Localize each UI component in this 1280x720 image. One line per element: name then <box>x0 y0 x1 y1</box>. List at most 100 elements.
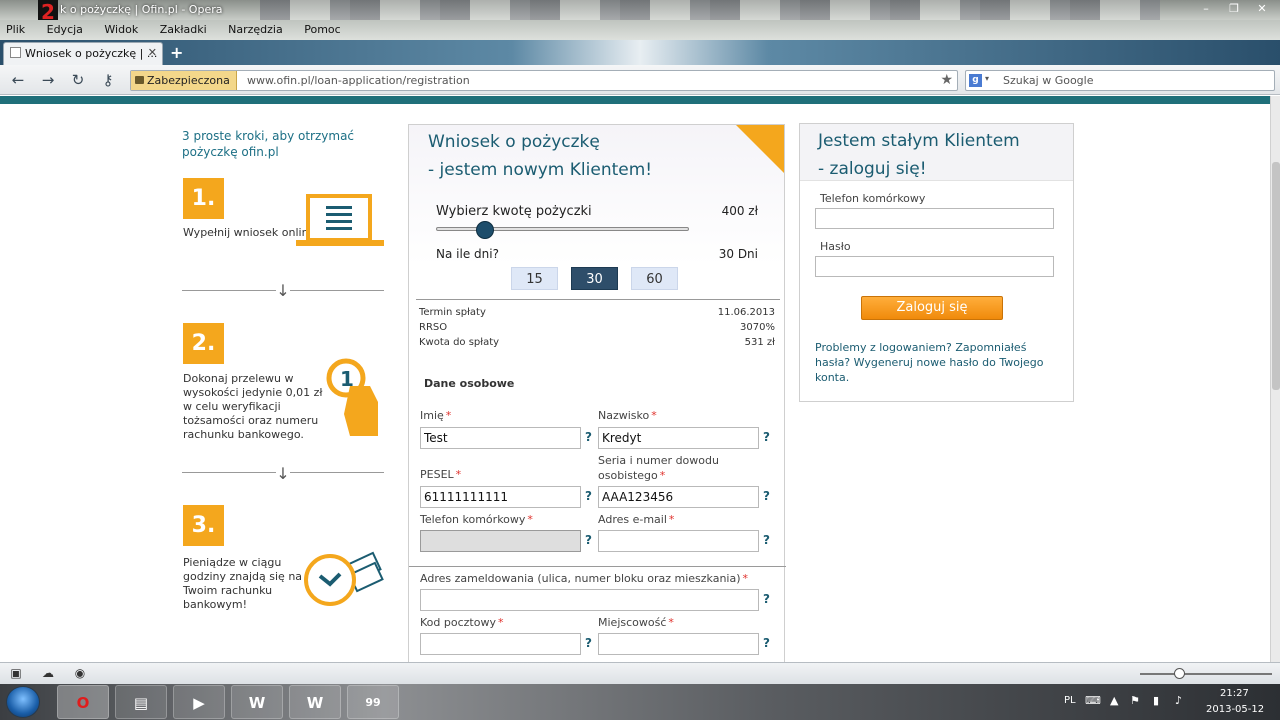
postal-code-field[interactable] <box>420 633 581 655</box>
step-1-number: 1. <box>183 178 224 219</box>
section-personal-data: Dane osobowe <box>424 377 515 390</box>
days-label: Na ile dni? <box>436 247 499 261</box>
turbo-icon[interactable]: ◉ <box>73 667 87 679</box>
forward-arrow-icon[interactable]: → <box>38 70 58 90</box>
login-help-link[interactable]: Problemy z logowaniem? Zapomniałeś hasła… <box>815 340 1060 385</box>
minimize-button[interactable]: – <box>1192 0 1220 18</box>
days-option-15[interactable]: 15 <box>511 267 558 290</box>
help-icon[interactable]: ? <box>763 489 770 503</box>
menu-bar: Plik Edycja Widok Zakładki Narzędzia Pom… <box>0 20 1280 40</box>
summary-value-total: 531 zł <box>744 337 775 348</box>
close-window-button[interactable]: ✕ <box>1248 0 1276 18</box>
media-player-taskbar-icon[interactable]: ▶ <box>173 685 225 719</box>
help-icon[interactable]: ? <box>763 430 770 444</box>
wot-taskbar-icon[interactable]: W <box>289 685 341 719</box>
amount-slider-handle[interactable] <box>476 221 494 239</box>
opera-taskbar-icon[interactable]: O <box>57 685 109 719</box>
laptop-icon <box>296 194 384 246</box>
status-bar: ▣ ☁ ◉ <box>0 662 1280 684</box>
login-password-field[interactable] <box>815 256 1054 277</box>
menu-view[interactable]: Widok <box>104 20 138 40</box>
lock-icon <box>135 76 144 84</box>
new-tab-button[interactable]: + <box>170 43 183 62</box>
postal-code-label: Kod pocztowy * <box>420 616 504 629</box>
days-option-30[interactable]: 30 <box>571 267 618 290</box>
cloud-icon[interactable]: ☁ <box>41 667 55 679</box>
flag-icon[interactable]: ⚑ <box>1130 694 1140 707</box>
steps-heading: 3 proste kroki, aby otrzymać pożyczkę of… <box>182 129 355 159</box>
tab-title: Wniosek o pożyczkę | ... <box>25 47 158 60</box>
city-field[interactable] <box>598 633 759 655</box>
key-icon[interactable]: ⚷ <box>98 70 118 90</box>
volume-icon[interactable]: ♪ <box>1175 694 1182 707</box>
zoom-slider-handle[interactable] <box>1174 668 1185 679</box>
hand-coin-icon: 1 <box>326 358 378 436</box>
step-2-number: 2. <box>183 323 224 364</box>
help-icon[interactable]: ? <box>763 533 770 547</box>
last-name-label: Nazwisko * <box>598 409 657 422</box>
language-indicator[interactable]: PL <box>1064 695 1076 706</box>
menu-file[interactable]: Plik <box>6 20 25 40</box>
explorer-taskbar-icon[interactable]: ▤ <box>115 685 167 719</box>
address-field-input[interactable] <box>420 589 759 611</box>
tray-expand-icon[interactable]: ▲ <box>1110 694 1118 707</box>
network-icon[interactable]: ▮ <box>1153 694 1159 707</box>
wot-taskbar-icon[interactable]: W <box>231 685 283 719</box>
clock-time[interactable]: 21:27 <box>1220 688 1249 699</box>
summary-value-due-date: 11.06.2013 <box>717 307 775 318</box>
menu-help[interactable]: Pomoc <box>304 20 340 40</box>
window-title: k o pożyczkę | Ofin.pl - Opera <box>60 3 223 16</box>
help-icon[interactable]: ? <box>585 636 592 650</box>
help-icon[interactable]: ? <box>763 636 770 650</box>
id-card-field[interactable] <box>598 486 759 508</box>
tab-loan-application[interactable]: Wniosek o pożyczkę | ... ✕ <box>3 42 163 65</box>
city-label: Miejscowość * <box>598 616 674 629</box>
clock-date[interactable]: 2013-05-12 <box>1206 704 1264 715</box>
help-icon[interactable]: ? <box>763 592 770 606</box>
help-icon[interactable]: ? <box>585 489 592 503</box>
first-name-field[interactable] <box>420 427 581 449</box>
menu-bookmarks[interactable]: Zakładki <box>160 20 207 40</box>
scrollbar-thumb[interactable] <box>1272 162 1280 390</box>
panel-toggle-icon[interactable]: ▣ <box>9 667 23 679</box>
os-taskbar: O ▤ ▶ W W 99 PL ⌨ ▲ ⚑ ▮ ♪ 21:27 2013-05-… <box>0 684 1280 720</box>
amount-slider-track[interactable] <box>436 227 689 231</box>
search-input[interactable]: g ▾ Szukaj w Google <box>965 70 1275 91</box>
tab-close-icon[interactable]: ✕ <box>148 46 157 59</box>
menu-tools[interactable]: Narzędzia <box>228 20 283 40</box>
keyboard-icon[interactable]: ⌨ <box>1085 694 1101 707</box>
start-button[interactable] <box>6 686 40 718</box>
url-text[interactable]: www.ofin.pl/loan-application/registratio… <box>247 74 470 87</box>
phone-label: Telefon komórkowy * <box>420 513 533 526</box>
vertical-scrollbar[interactable] <box>1270 96 1280 662</box>
favicon-icon <box>10 47 21 58</box>
secure-badge[interactable]: Zabezpieczona <box>131 71 237 90</box>
phone-field[interactable] <box>420 530 581 552</box>
days-option-60[interactable]: 60 <box>631 267 678 290</box>
back-arrow-icon[interactable]: ← <box>8 70 28 90</box>
pesel-field[interactable] <box>420 486 581 508</box>
reload-icon[interactable]: ↻ <box>68 70 88 90</box>
id-card-label: Seria i numer dowodu osobistego * <box>598 454 719 482</box>
window-title-bar: 2 k o pożyczkę | Ofin.pl - Opera – ❐ ✕ <box>0 0 1280 24</box>
restore-button[interactable]: ❐ <box>1220 0 1248 18</box>
email-field[interactable] <box>598 530 759 552</box>
zoom-slider-track[interactable] <box>1140 673 1272 675</box>
star-icon[interactable]: ★ <box>940 72 953 88</box>
app-99-taskbar-icon[interactable]: 99 <box>347 685 399 719</box>
login-phone-field[interactable] <box>815 208 1054 229</box>
menu-edit[interactable]: Edycja <box>47 20 83 40</box>
clock-money-icon <box>304 551 384 606</box>
tab-bar <box>0 40 1280 65</box>
navigation-bar: ← → ↻ ⚷ Zabezpieczona www.ofin.pl/loan-a… <box>0 65 1280 95</box>
days-value: 30 Dni <box>718 247 758 261</box>
help-icon[interactable]: ? <box>585 430 592 444</box>
summary-label-rrso: RRSO <box>419 322 448 333</box>
chevron-down-icon[interactable]: ▾ <box>985 74 989 83</box>
last-name-field[interactable] <box>598 427 759 449</box>
google-icon[interactable]: g <box>969 74 982 87</box>
step-2-text: Dokonaj przelewu w wysokości jedynie 0,0… <box>183 372 323 441</box>
help-icon[interactable]: ? <box>585 533 592 547</box>
address-field[interactable]: Zabezpieczona www.ofin.pl/loan-applicati… <box>130 70 958 91</box>
login-button[interactable]: Zaloguj się <box>861 296 1003 320</box>
